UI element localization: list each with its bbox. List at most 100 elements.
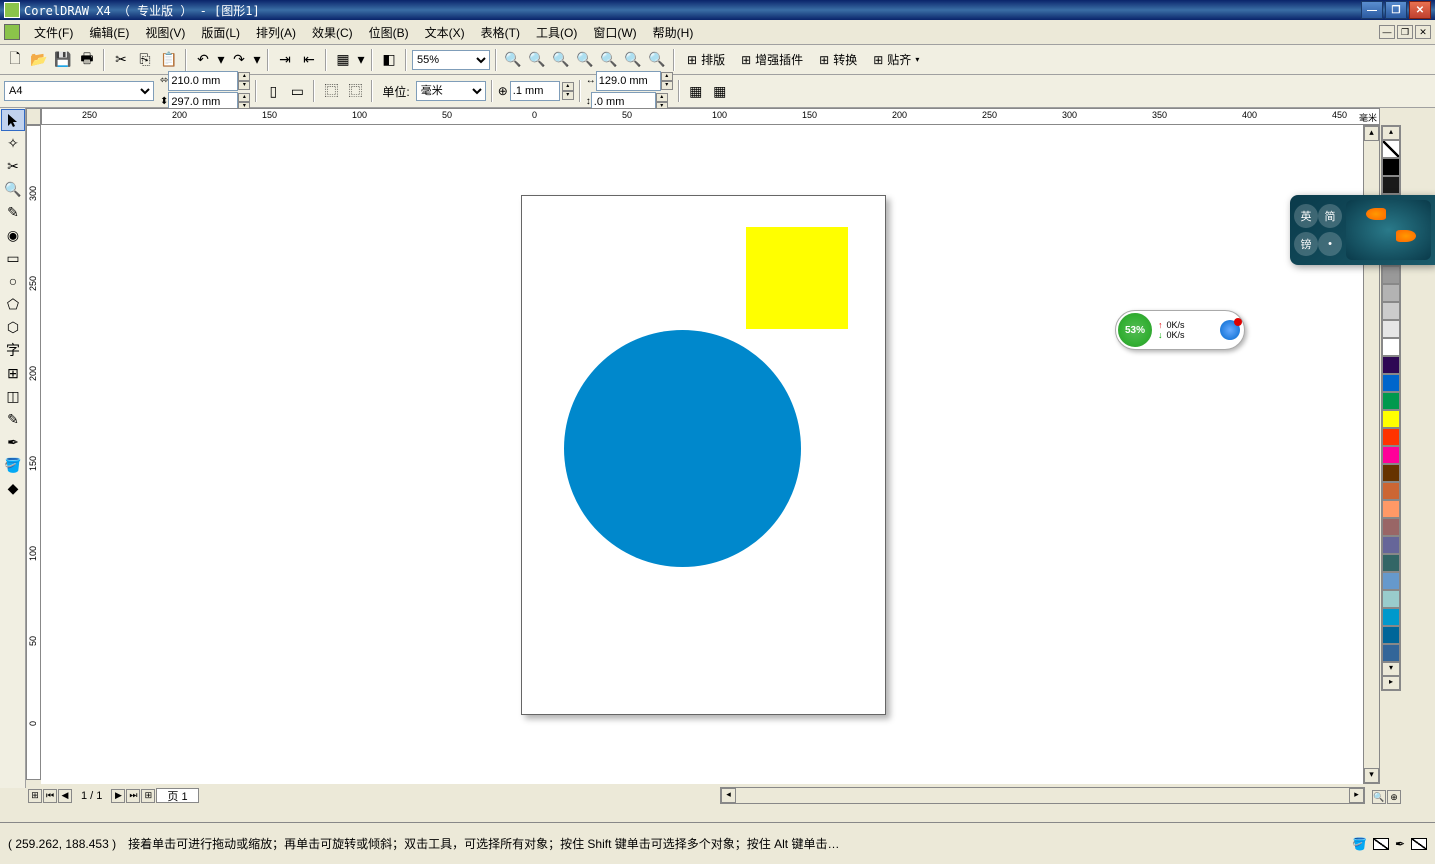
zoom-fit-icon[interactable]: 🔍: [550, 49, 572, 71]
close-button[interactable]: ✕: [1409, 1, 1431, 19]
app-launcher-drop[interactable]: ▾: [356, 49, 366, 71]
open-button[interactable]: 📂: [28, 49, 50, 71]
color-swatch[interactable]: [1382, 644, 1400, 662]
rectangle-tool[interactable]: ▭: [1, 247, 25, 269]
app-launcher[interactable]: ▦: [332, 49, 354, 71]
treat-as-filled-icon[interactable]: ▦: [685, 80, 707, 102]
ime-toolbar[interactable]: 英 镑 简 •: [1290, 195, 1435, 265]
undo-drop[interactable]: ▾: [216, 49, 226, 71]
snap-button[interactable]: ⊞贴齐▾: [866, 49, 926, 71]
minimize-button[interactable]: —: [1361, 1, 1383, 19]
outline-indicator[interactable]: [1411, 838, 1427, 850]
color-swatch[interactable]: [1382, 608, 1400, 626]
zoom-out-icon[interactable]: 🔍: [526, 49, 548, 71]
zoom-tool[interactable]: 🔍: [1, 178, 25, 200]
color-swatch[interactable]: [1382, 176, 1400, 194]
menu-text[interactable]: 文本(X): [417, 22, 473, 43]
menu-view[interactable]: 视图(V): [137, 22, 193, 43]
zoom-combo[interactable]: 55%: [412, 50, 490, 70]
color-green[interactable]: [1382, 392, 1400, 410]
next-page-button[interactable]: ▶: [111, 789, 125, 803]
canvas[interactable]: [41, 125, 1380, 784]
pages-icon1[interactable]: ⿴: [320, 80, 342, 102]
cut-button[interactable]: ✂: [110, 49, 132, 71]
fill-tool[interactable]: 🪣: [1, 454, 25, 476]
color-swatch[interactable]: [1382, 554, 1400, 572]
color-swatch[interactable]: [1382, 266, 1400, 284]
ruler-origin[interactable]: [26, 108, 41, 125]
polygon-tool[interactable]: ⬠: [1, 293, 25, 315]
add-page-after-button[interactable]: ⊞: [141, 789, 155, 803]
color-yellow[interactable]: [1382, 410, 1400, 428]
enhance-plugin-button[interactable]: ⊞增强插件: [734, 49, 810, 71]
page-width-input[interactable]: [168, 71, 238, 91]
dupx-up[interactable]: ▴: [661, 72, 673, 81]
paper-size-combo[interactable]: A4: [4, 81, 154, 101]
menu-edit[interactable]: 编辑(E): [81, 22, 137, 43]
color-swatch[interactable]: [1382, 320, 1400, 338]
smart-fill-tool[interactable]: ◉: [1, 224, 25, 246]
color-magenta[interactable]: [1382, 446, 1400, 464]
basic-shapes-tool[interactable]: ⬡: [1, 316, 25, 338]
mdi-restore[interactable]: ❐: [1397, 25, 1413, 39]
color-swatch[interactable]: [1382, 302, 1400, 320]
dup-x-input[interactable]: [596, 71, 661, 91]
color-swatch[interactable]: [1382, 536, 1400, 554]
color-swatch[interactable]: [1382, 590, 1400, 608]
prev-page-button[interactable]: ◀: [58, 789, 72, 803]
save-button[interactable]: 💾: [52, 49, 74, 71]
palette-menu[interactable]: ▸: [1382, 676, 1400, 690]
menu-file[interactable]: 文件(F): [26, 22, 81, 43]
menu-effects[interactable]: 效果(C): [304, 22, 361, 43]
menu-layout[interactable]: 版面(L): [193, 22, 248, 43]
width-up[interactable]: ▴: [238, 72, 250, 81]
mdi-min[interactable]: —: [1379, 25, 1395, 39]
height-up[interactable]: ▴: [238, 93, 250, 102]
ruler-horizontal[interactable]: 250 200 150 100 50 0 50 100 150 200 250 …: [41, 108, 1380, 125]
accel-percent[interactable]: 53%: [1118, 313, 1152, 347]
color-none[interactable]: [1382, 140, 1400, 158]
redo-button[interactable]: ↷: [228, 49, 250, 71]
color-red[interactable]: [1382, 428, 1400, 446]
dupy-up[interactable]: ▴: [656, 93, 668, 102]
color-swatch[interactable]: [1382, 356, 1400, 374]
zoom-sel-icon[interactable]: 🔍: [622, 49, 644, 71]
redo-drop[interactable]: ▾: [252, 49, 262, 71]
table-tool[interactable]: ⊞: [1, 362, 25, 384]
pick-tool[interactable]: [1, 109, 25, 131]
color-blue[interactable]: [1382, 374, 1400, 392]
page-tab-1[interactable]: 页 1: [156, 788, 198, 803]
nudge-down[interactable]: ▾: [562, 91, 574, 100]
menu-tools[interactable]: 工具(O): [528, 22, 585, 43]
palette-up[interactable]: ▴: [1382, 126, 1400, 140]
relative-icon[interactable]: ▦: [709, 80, 731, 102]
zoom-prev-icon[interactable]: 🔍: [646, 49, 668, 71]
blue-circle-shape[interactable]: [564, 330, 801, 567]
menu-arrange[interactable]: 排列(A): [248, 22, 304, 43]
freehand-tool[interactable]: ✎: [1, 201, 25, 223]
scroll-left-button[interactable]: ◂: [721, 788, 736, 803]
undo-button[interactable]: ↶: [192, 49, 214, 71]
nudge-up[interactable]: ▴: [562, 82, 574, 91]
zoom-nav-in[interactable]: ⊕: [1387, 790, 1401, 804]
scroll-down-button[interactable]: ▾: [1364, 768, 1379, 783]
net-settings-icon[interactable]: [1220, 320, 1240, 340]
zoom-page-icon[interactable]: 🔍: [574, 49, 596, 71]
mdi-close[interactable]: ✕: [1415, 25, 1431, 39]
shape-tool[interactable]: ✧: [1, 132, 25, 154]
color-swatch[interactable]: [1382, 626, 1400, 644]
export-button[interactable]: ⇤: [298, 49, 320, 71]
color-swatch[interactable]: [1382, 482, 1400, 500]
paste-button[interactable]: 📋: [158, 49, 180, 71]
landscape-button[interactable]: ▭: [286, 80, 308, 102]
pages-icon2[interactable]: ⿴: [344, 80, 366, 102]
zoom-nav-out[interactable]: 🔍: [1372, 790, 1386, 804]
scroll-up-button[interactable]: ▴: [1364, 126, 1379, 141]
menu-table[interactable]: 表格(T): [473, 22, 528, 43]
fill-indicator[interactable]: [1373, 838, 1389, 850]
horizontal-scrollbar[interactable]: ◂ ▸: [720, 787, 1365, 804]
interactive-tool[interactable]: ◫: [1, 385, 25, 407]
last-page-button[interactable]: ⏭: [126, 789, 140, 803]
first-page-button[interactable]: ⏮: [43, 789, 57, 803]
ime-lang-button[interactable]: 英: [1294, 204, 1318, 228]
